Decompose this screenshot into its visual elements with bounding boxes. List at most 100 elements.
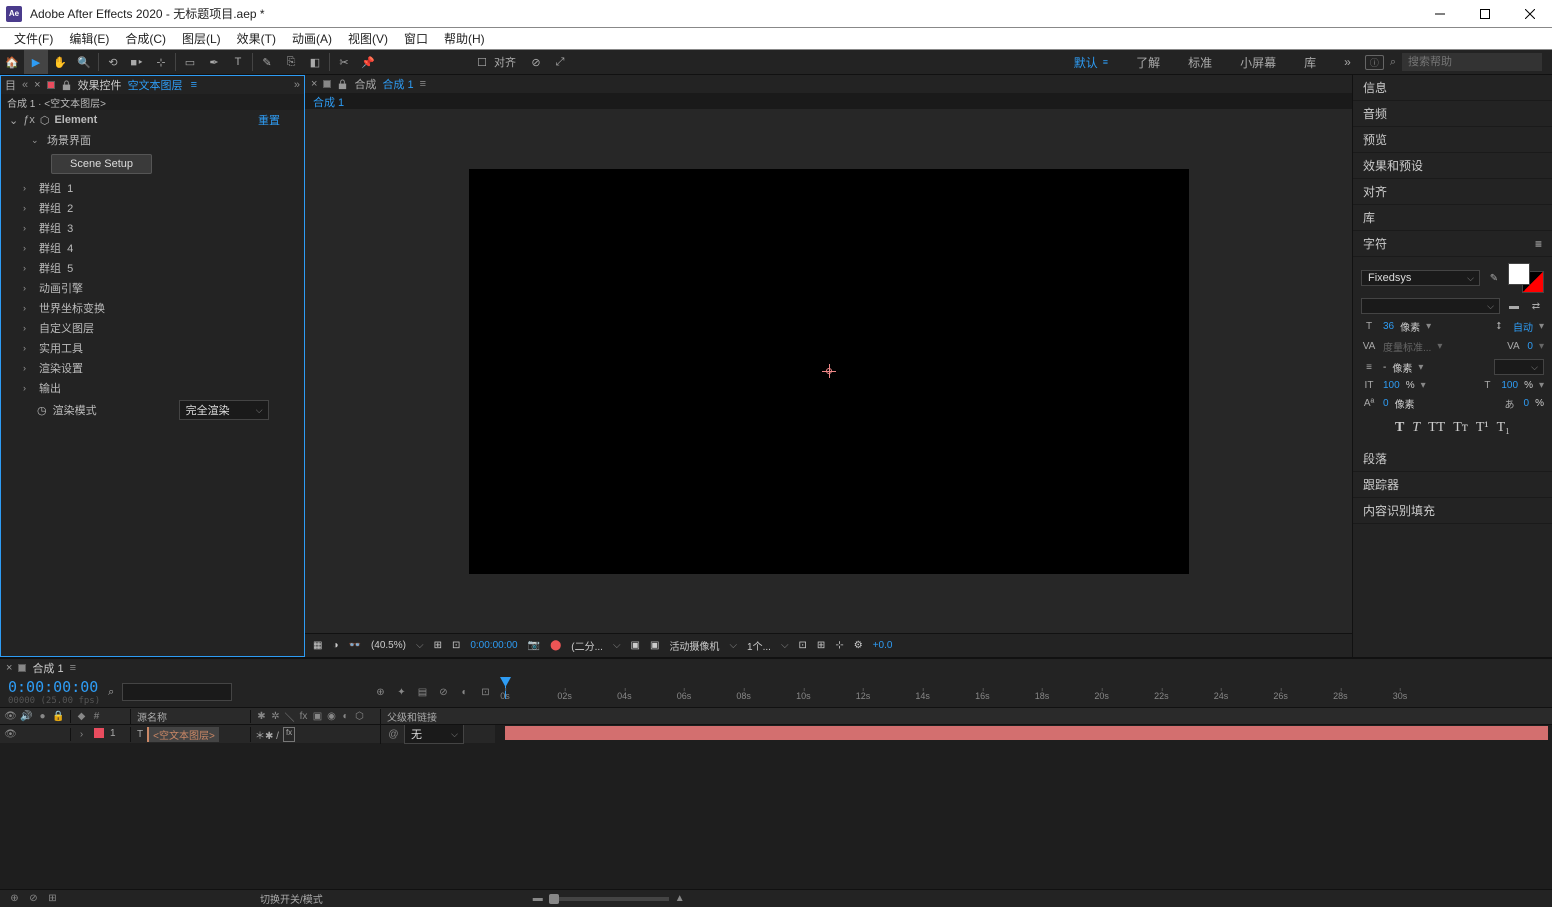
workspace-default[interactable]: 默认≡ (1060, 50, 1122, 74)
menu-window[interactable]: 窗口 (396, 28, 436, 49)
superscript-button[interactable]: T¹ (1476, 420, 1489, 436)
help-search-input[interactable] (1402, 53, 1542, 71)
color-swatches[interactable] (1508, 263, 1544, 293)
scene-setup-button[interactable]: Scene Setup (51, 154, 152, 174)
hscale-value[interactable]: 100 (1501, 380, 1518, 391)
tl-bottom-ic1[interactable]: ⊕ (8, 892, 21, 905)
italic-button[interactable]: T (1412, 420, 1420, 436)
panel-close-icon[interactable]: × (34, 79, 40, 91)
stopwatch-icon[interactable]: ◷ (37, 404, 47, 417)
tsume-value[interactable]: 0 (1524, 398, 1530, 409)
row-utils[interactable]: 实用工具 (39, 340, 83, 356)
render-mode-select[interactable]: 完全渲染 (179, 400, 269, 420)
menu-effect[interactable]: 效果(T) (229, 28, 284, 49)
tl-ic6[interactable]: ⊡ (479, 686, 492, 699)
zoom-tool[interactable]: 🔍 (72, 50, 96, 74)
tl-ic2[interactable]: ✦ (395, 686, 408, 699)
layer-eye[interactable]: 👁 (4, 728, 17, 741)
tl-ic5[interactable]: ◐ (458, 686, 471, 699)
stroke-order-select[interactable] (1494, 359, 1544, 375)
viewer-time[interactable]: 0:00:00:00 (470, 640, 517, 651)
parent-header[interactable]: 父级和链接 (380, 709, 495, 724)
font-family-select[interactable]: Fixedsys (1361, 270, 1480, 286)
menu-animation[interactable]: 动画(A) (284, 28, 340, 49)
quality-select[interactable]: (二分... (571, 638, 603, 653)
layer-name[interactable]: <空文本图层> (147, 727, 219, 742)
snap-box[interactable]: ☐ (470, 50, 494, 74)
toggle-switches-label[interactable]: 切换开关/模式 (260, 891, 323, 906)
fx-enable-icon[interactable]: ƒx (23, 114, 35, 126)
baseline-value[interactable]: 0 (1383, 398, 1389, 409)
font-style-select[interactable] (1361, 298, 1500, 314)
minimize-button[interactable] (1417, 0, 1462, 28)
audio-col-icon[interactable]: 🔊 (20, 710, 33, 723)
snapshot-icon[interactable]: 📷 (528, 640, 540, 651)
goggle-icon[interactable]: 👓 (349, 640, 361, 651)
zoom-level[interactable]: (40.5%) (371, 640, 406, 651)
menu-file[interactable]: 文件(F) (6, 28, 61, 49)
parent-select[interactable]: 无 (404, 725, 464, 744)
tl-ic4[interactable]: ⊘ (437, 686, 450, 699)
panel-library[interactable]: 库 (1353, 205, 1552, 231)
selection-tool[interactable]: ▶ (24, 50, 48, 74)
tl-tab-close[interactable]: × (6, 662, 12, 674)
panel-content-aware[interactable]: 内容识别填充 (1353, 498, 1552, 524)
subscript-button[interactable]: T₁ (1497, 420, 1510, 436)
rect-tool[interactable]: ▭ (178, 50, 202, 74)
menu-view[interactable]: 视图(V) (340, 28, 396, 49)
fx-reset-link[interactable]: 重置 (258, 112, 280, 128)
menu-layer[interactable]: 图层(L) (174, 28, 229, 49)
tl-bottom-ic3[interactable]: ⊞ (46, 892, 59, 905)
tl-ic1[interactable]: ⊕ (374, 686, 387, 699)
layer-label-swatch[interactable] (94, 728, 104, 738)
group-2[interactable]: 群组 2 (39, 200, 73, 216)
source-name-header[interactable]: 源名称 (130, 709, 250, 724)
swap-icon[interactable]: ⇄ (1528, 301, 1544, 312)
tracking-value[interactable]: 0 (1527, 341, 1533, 352)
maximize-button[interactable] (1462, 0, 1507, 28)
layer-twisty[interactable]: › (75, 728, 88, 741)
panel-audio[interactable]: 音频 (1353, 101, 1552, 127)
brush-tool[interactable]: ✎ (255, 50, 279, 74)
row-anim-engine[interactable]: 动画引擎 (39, 280, 83, 296)
nofill-icon[interactable]: ▬ (1506, 301, 1522, 312)
row-custom-layer[interactable]: 自定义图层 (39, 320, 94, 336)
group-4[interactable]: 群组 4 (39, 240, 73, 256)
clone-tool[interactable]: ⎘ (279, 50, 303, 74)
lock-icon[interactable] (61, 80, 72, 91)
tl-bottom-ic2[interactable]: ⊘ (27, 892, 40, 905)
menu-composition[interactable]: 合成(C) (117, 28, 174, 49)
eyedropper-icon[interactable]: ✎ (1486, 273, 1502, 284)
comp-tab-close[interactable]: × (311, 78, 317, 90)
panel-tracker[interactable]: 跟踪器 (1353, 472, 1552, 498)
row-output[interactable]: 输出 (39, 380, 61, 396)
pen-tool[interactable]: ✒ (202, 50, 226, 74)
alpha-toggle[interactable]: ▦ (313, 640, 322, 651)
workspace-standard[interactable]: 标准 (1174, 50, 1226, 74)
comp-breadcrumb[interactable]: 合成 1 (313, 97, 344, 109)
fx-name[interactable]: Element (54, 114, 97, 126)
scene-twisty[interactable]: ⌄ (31, 135, 41, 146)
res-icon[interactable]: ▣ (631, 640, 640, 651)
channel-icon[interactable]: ⬤ (550, 640, 561, 651)
solo-col-icon[interactable]: ● (36, 710, 49, 723)
snap-opt2[interactable]: ⤢ (548, 50, 572, 74)
vb-ic1[interactable]: ⊡ (799, 640, 807, 651)
bold-button[interactable]: T (1395, 420, 1404, 436)
snap-opt1[interactable]: ⊘ (524, 50, 548, 74)
layer-row-1[interactable]: 👁 › 1 T <空文本图层> ＊✱ / fx @ 无 (0, 725, 495, 743)
fx-tab-label[interactable]: 效果控件 (78, 77, 122, 93)
type-tool[interactable]: T (226, 50, 250, 74)
font-size-value[interactable]: 36 (1383, 321, 1394, 332)
panel-character[interactable]: 字符≡ (1353, 231, 1552, 257)
menu-edit[interactable]: 编辑(E) (61, 28, 117, 49)
comp-lock-icon[interactable] (337, 79, 348, 90)
row-render-settings[interactable]: 渲染设置 (39, 360, 83, 376)
guides-toggle[interactable]: ⊡ (452, 640, 460, 651)
views-select[interactable]: 1个... (747, 638, 771, 653)
layer-search-input[interactable] (122, 683, 232, 701)
orbit-tool[interactable]: ⟲ (101, 50, 125, 74)
fx-badge[interactable]: fx (283, 727, 295, 742)
puppet-tool[interactable]: 📌 (356, 50, 380, 74)
zoom-in-icon[interactable]: ▲ (675, 893, 685, 904)
